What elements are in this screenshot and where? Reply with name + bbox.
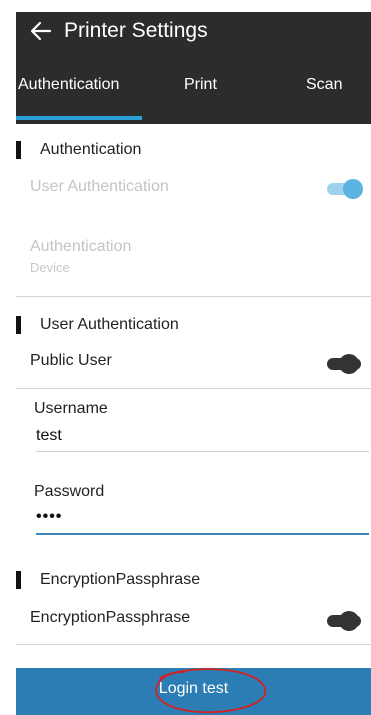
username-input[interactable]: test	[36, 427, 62, 445]
section-title-user-authentication: User Authentication	[40, 316, 179, 333]
password-underline	[36, 533, 369, 535]
page-title: Printer Settings	[64, 19, 208, 42]
app-header: Printer Settings Authentication Print Sc…	[16, 12, 371, 124]
public-user-toggle[interactable]	[327, 354, 361, 374]
divider	[16, 388, 371, 389]
settings-content: Authentication User Authentication Authe…	[16, 124, 371, 715]
user-authentication-toggle[interactable]	[327, 179, 363, 199]
section-marker	[16, 141, 21, 159]
password-label: Password	[34, 483, 105, 500]
annotation-circle	[155, 668, 267, 714]
authentication-value[interactable]: Device	[30, 260, 70, 275]
encryption-passphrase-toggle[interactable]	[327, 611, 361, 631]
toggle-knob	[339, 611, 359, 631]
tab-print[interactable]: Print	[184, 72, 217, 118]
user-authentication-label: User Authentication	[30, 178, 169, 195]
section-title-encryption: EncryptionPassphrase	[40, 571, 201, 588]
section-marker	[16, 571, 21, 589]
cropped-top-edge	[0, 0, 371, 12]
tab-bar: Authentication Print Scan	[16, 72, 371, 118]
authentication-label: Authentication	[30, 238, 132, 255]
password-input[interactable]: ••••	[36, 508, 62, 526]
tab-scan[interactable]: Scan	[306, 72, 342, 118]
section-marker	[16, 316, 21, 334]
active-tab-indicator	[16, 116, 142, 120]
encryption-passphrase-label: EncryptionPassphrase	[30, 609, 191, 626]
tab-authentication[interactable]: Authentication	[18, 72, 119, 118]
username-label: Username	[34, 400, 108, 417]
login-test-button[interactable]: Login test	[16, 668, 371, 715]
toggle-knob	[339, 354, 359, 374]
public-user-label: Public User	[30, 352, 112, 369]
username-underline	[36, 451, 369, 452]
toggle-knob	[343, 179, 363, 199]
back-arrow-icon[interactable]	[30, 20, 52, 42]
divider	[16, 644, 371, 645]
section-title-authentication: Authentication	[40, 141, 142, 158]
divider	[16, 296, 371, 297]
